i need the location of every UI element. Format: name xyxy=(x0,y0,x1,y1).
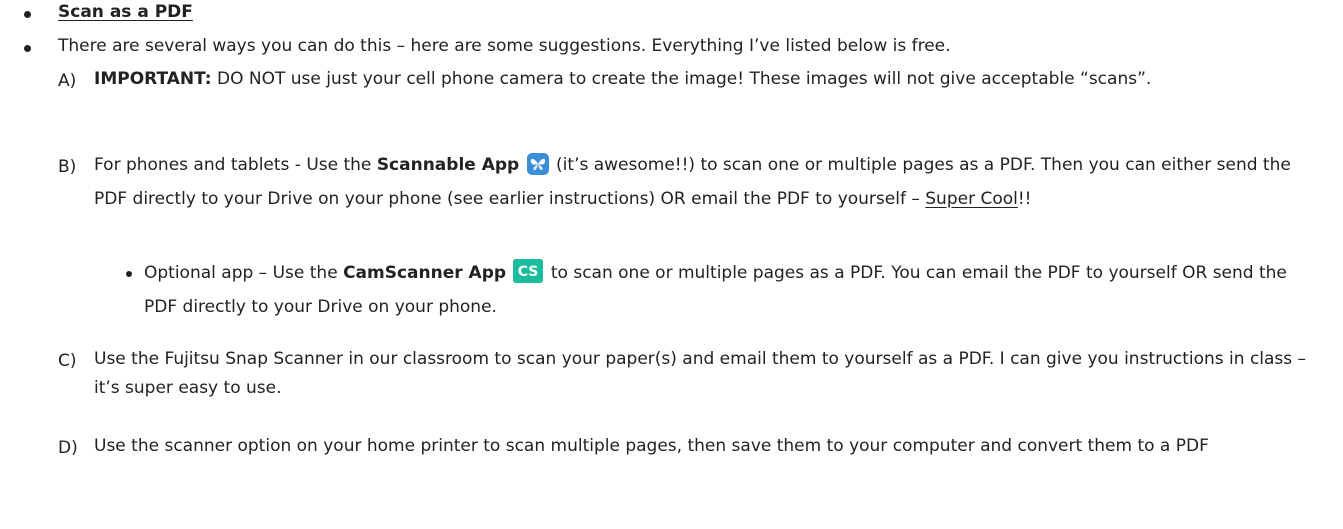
item-b-end: !! xyxy=(1017,189,1032,209)
item-b-pre: For phones and tablets - Use the xyxy=(94,155,377,175)
item-letter-a: A) xyxy=(58,71,77,91)
item-b: For phones and tablets - Use the Scannab… xyxy=(94,151,1324,214)
sub-item-camscanner: Optional app – Use the CamScanner App CS… xyxy=(144,259,1324,322)
sub-bullet-dot xyxy=(126,271,132,277)
camscanner-icon: CS xyxy=(513,259,544,293)
section-heading: Scan as a PDF xyxy=(58,2,193,22)
bullet-dot xyxy=(24,11,31,18)
item-letter-c: C) xyxy=(58,351,77,371)
item-letter-d: D) xyxy=(58,438,78,458)
sub-item-pre: Optional app – Use the xyxy=(144,263,344,283)
item-d: Use the scanner option on your home prin… xyxy=(94,436,1209,456)
item-a: IMPORTANT: DO NOT use just your cell pho… xyxy=(94,65,1324,94)
item-a-bold: IMPORTANT: xyxy=(94,69,212,89)
item-c: Use the Fujitsu Snap Scanner in our clas… xyxy=(94,349,1307,398)
item-b-underlined: Super Cool xyxy=(925,189,1018,209)
bullet-dot xyxy=(24,45,31,52)
butterfly-icon xyxy=(526,153,549,185)
document-page: Scan as a PDF There are several ways you… xyxy=(0,0,1343,529)
item-b-bold: Scannable App xyxy=(376,155,520,175)
item-letter-b: B) xyxy=(58,157,77,177)
item-a-text: DO NOT use just your cell phone camera t… xyxy=(211,69,1152,89)
sub-item-bold: CamScanner App xyxy=(343,263,507,283)
intro-text: There are several ways you can do this –… xyxy=(58,36,951,56)
camscanner-icon-label: CS xyxy=(518,264,539,280)
